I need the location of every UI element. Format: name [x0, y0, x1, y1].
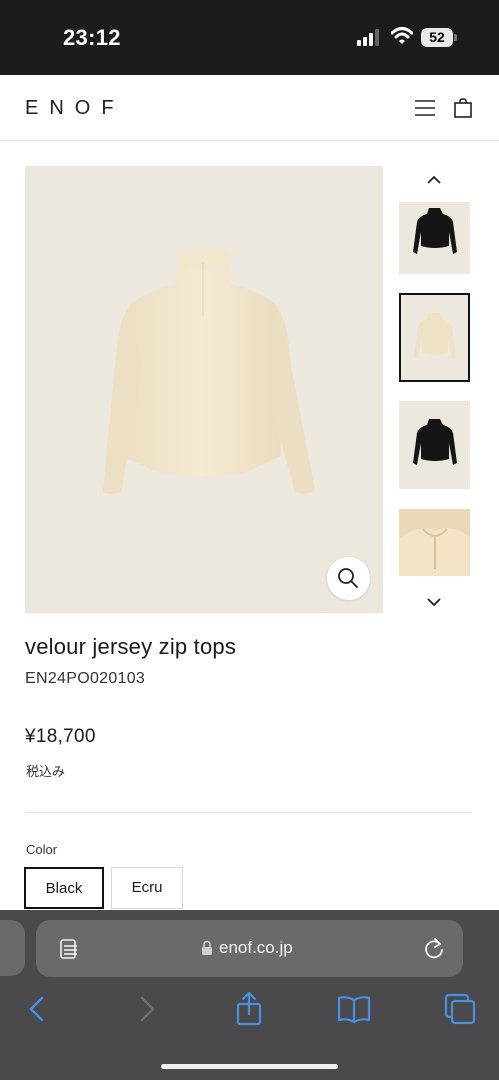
magnifier-icon: [338, 568, 358, 588]
bookmarks-icon[interactable]: [334, 990, 374, 1030]
color-label: Color: [26, 842, 58, 857]
ecru-turtleneck-image: [103, 249, 315, 494]
tax-included-note: 税込み: [26, 764, 66, 779]
status-time: 23:12: [63, 25, 121, 50]
thumbnail-3[interactable]: [399, 401, 470, 489]
status-bar: 23:12 52: [0, 0, 499, 75]
tabs-icon[interactable]: [440, 990, 480, 1030]
shopping-bag-icon[interactable]: [453, 98, 473, 118]
color-option-black[interactable]: Black: [24, 867, 104, 909]
browser-nav-row: [0, 990, 499, 1030]
home-indicator: [161, 1064, 338, 1069]
thumbnail-2-selected[interactable]: [399, 293, 470, 382]
browser-toolbar: enof.co.jp: [0, 910, 499, 1080]
ecru-top-thumbnail: [414, 313, 456, 359]
thumbnail-1[interactable]: [399, 202, 470, 274]
product-code: EN24PO020103: [25, 670, 146, 687]
product-main-image[interactable]: [25, 166, 383, 613]
zoom-button[interactable]: [327, 557, 370, 600]
lock-icon: [202, 940, 212, 955]
black-top-thumbnail: [413, 419, 457, 465]
black-top-thumbnail: [413, 208, 457, 254]
previous-tab[interactable]: [0, 920, 25, 976]
url-text: enof.co.jp: [219, 938, 293, 957]
back-icon[interactable]: [18, 990, 58, 1030]
thumbnail-4[interactable]: [399, 509, 470, 576]
color-option-ecru[interactable]: Ecru: [111, 867, 183, 909]
battery-icon: 52: [421, 28, 457, 47]
address-bar[interactable]: enof.co.jp: [36, 920, 463, 977]
site-header: ENOF: [0, 75, 499, 141]
product-title: velour jersey zip tops: [25, 634, 237, 659]
hamburger-menu-icon[interactable]: [414, 99, 436, 117]
divider: [25, 812, 472, 813]
wifi-icon: [391, 27, 413, 44]
page-menu-icon[interactable]: [58, 938, 80, 960]
ecru-detail-thumbnail: [399, 509, 470, 576]
chevron-down-icon[interactable]: [424, 594, 444, 610]
chevron-up-icon[interactable]: [424, 172, 444, 188]
site-logo[interactable]: ENOF: [25, 97, 125, 120]
reload-icon[interactable]: [423, 936, 445, 960]
share-icon[interactable]: [229, 990, 269, 1030]
cellular-signal-icon: [357, 29, 382, 46]
product-price: ¥18,700: [25, 726, 96, 747]
battery-level: 52: [421, 28, 453, 47]
forward-icon[interactable]: [126, 990, 166, 1030]
